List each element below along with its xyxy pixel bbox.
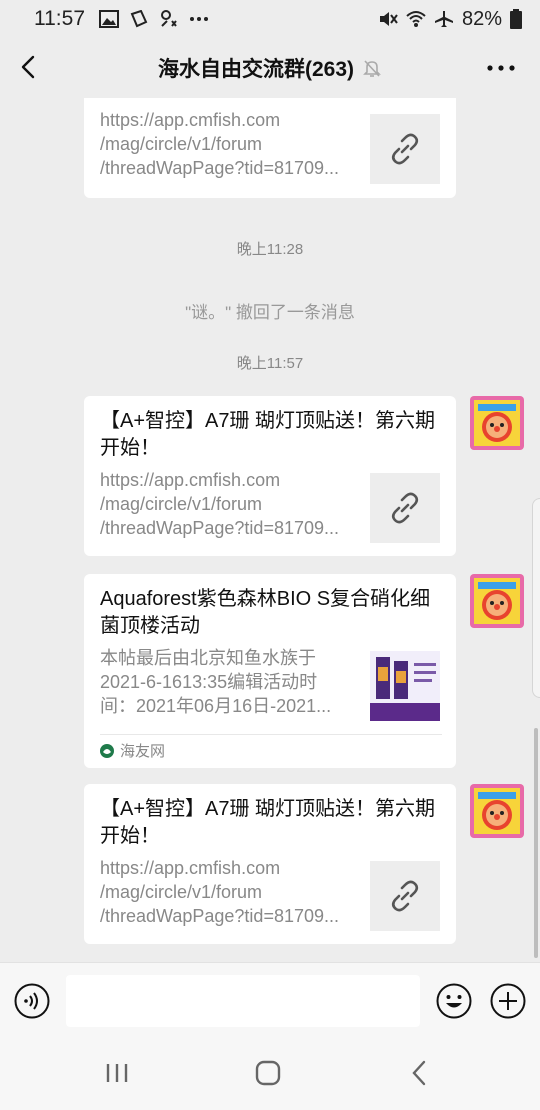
source-name: 海友网	[120, 743, 166, 760]
files-icon	[130, 10, 148, 28]
avatar-cartoon-icon	[470, 574, 524, 628]
vpn-icon	[161, 10, 177, 27]
scrollbar[interactable]	[534, 728, 538, 958]
article-card[interactable]: Aquaforest紫色森林BIO S复合硝化细菌顶楼活动 本帖最后由北京知鱼水…	[84, 574, 456, 768]
status-time: 11:57	[34, 7, 85, 30]
avatar-cartoon-icon	[470, 784, 524, 838]
status-bar: 11:57 82%	[0, 0, 540, 38]
link-url: https://app.cmfish.com /mag/circle/v1/fo…	[100, 858, 340, 926]
chat-header: 海水自由交流群(263)	[0, 38, 540, 98]
avatar[interactable]	[470, 784, 524, 838]
more-dots-icon	[190, 17, 208, 21]
message-input[interactable]	[66, 975, 420, 1027]
link-icon	[391, 492, 419, 524]
article-title: Aquaforest紫色森林BIO S复合硝化细菌顶楼活动	[100, 588, 431, 637]
bell-off-icon	[363, 60, 381, 77]
edge-panel-handle[interactable]	[532, 498, 540, 698]
avatar-cartoon-icon	[470, 396, 524, 450]
battery-percent: 82%	[461, 7, 502, 30]
system-navigation-bar	[0, 1038, 540, 1110]
wifi-icon	[406, 11, 426, 27]
link-title: 【A+智控】A7珊 瑚灯顶贴送！第六期开始！	[100, 410, 436, 459]
timestamp: 晚上11:28	[236, 241, 304, 258]
battery-icon	[510, 9, 522, 29]
chat-title: 海水自由交流群(263)	[157, 58, 355, 81]
home-icon[interactable]	[253, 1058, 283, 1088]
link-thumbnail	[370, 861, 440, 931]
link-icon	[391, 133, 419, 165]
link-url: https://app.cmfish.com /mag/circle/v1/fo…	[100, 470, 340, 538]
link-url: https://app.cmfish.com /mag/circle/v1/fo…	[100, 110, 340, 178]
article-description: 本帖最后由北京知鱼水族于 2021-6-1613:35编辑活动时 间：2021年…	[100, 648, 332, 716]
link-card[interactable]: 【A+智控】A7珊 瑚灯顶贴送！第六期开始！ https://app.cmfis…	[84, 784, 456, 944]
link-card[interactable]: 【A+智控】A7珊 瑚灯顶贴送！第六期开始！ https://app.cmfis…	[84, 396, 456, 556]
link-thumbnail	[370, 114, 440, 184]
back-nav-icon[interactable]	[404, 1058, 434, 1088]
avatar[interactable]	[470, 396, 524, 450]
link-icon	[391, 880, 419, 912]
mute-icon	[379, 12, 398, 26]
back-arrow-icon[interactable]	[14, 52, 44, 82]
link-card[interactable]: https://app.cmfish.com /mag/circle/v1/fo…	[84, 98, 456, 198]
article-thumbnail	[370, 651, 440, 721]
timestamp: 晚上11:57	[236, 355, 304, 372]
article-source: 海友网	[100, 734, 442, 766]
recent-apps-icon[interactable]	[102, 1058, 132, 1088]
product-image-icon	[370, 651, 440, 721]
emoji-icon[interactable]	[436, 983, 472, 1019]
image-icon	[99, 10, 119, 28]
source-logo-icon	[100, 743, 114, 758]
add-icon[interactable]	[490, 983, 526, 1019]
voice-icon[interactable]	[14, 983, 50, 1019]
airplane-icon	[434, 11, 453, 27]
chat-message-list[interactable]: https://app.cmfish.com /mag/circle/v1/fo…	[0, 98, 540, 962]
recall-notice: "谜。" 撤回了一条消息	[185, 303, 355, 322]
message-input-bar	[0, 962, 540, 1038]
avatar[interactable]	[470, 574, 524, 628]
link-thumbnail	[370, 473, 440, 543]
more-options-icon[interactable]	[486, 56, 516, 80]
link-title: 【A+智控】A7珊 瑚灯顶贴送！第六期开始！	[100, 798, 436, 847]
